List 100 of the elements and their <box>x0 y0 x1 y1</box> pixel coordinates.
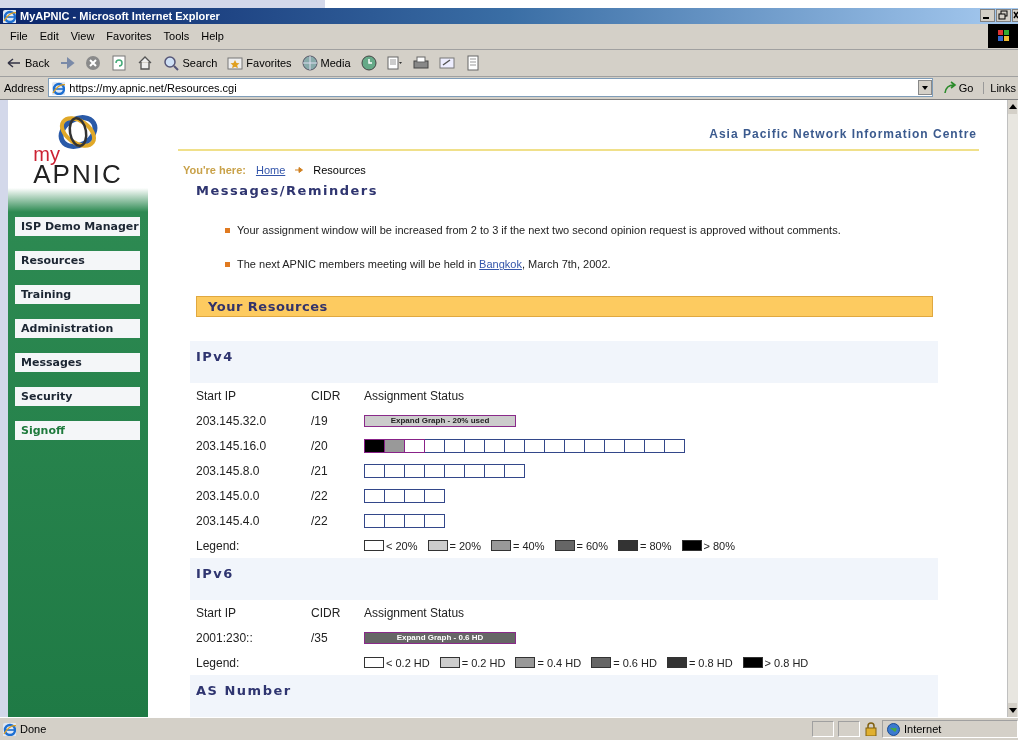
lock-icon <box>864 722 878 737</box>
legend-text: > 80% <box>703 539 735 552</box>
legend-text: = 40% <box>513 539 545 552</box>
breadcrumb-current: Resources <box>313 164 366 177</box>
menu-item[interactable]: Help <box>195 30 230 43</box>
legend-text: = 80% <box>640 539 672 552</box>
forward-arrow-icon <box>59 54 76 71</box>
scroll-up-icon[interactable] <box>1008 99 1017 114</box>
table-cell-text: /21 <box>311 463 329 478</box>
table-cell-text: 2001:230:: <box>196 630 254 645</box>
message-text: The next APNIC members meeting will be held in Bangkok, March 7th, 2002. <box>237 258 611 271</box>
printer-icon <box>412 54 429 71</box>
bullet-icon <box>225 261 230 267</box>
mail-icon <box>386 54 403 71</box>
legend-text: = 60% <box>576 539 608 552</box>
address-url: https://my.apnic.net/Resources.cgi <box>69 81 237 94</box>
status-panel <box>812 721 834 738</box>
legend-text: > 0.8 HD <box>764 656 809 669</box>
section-heading: IPv4 <box>196 349 234 365</box>
nav-item[interactable]: Security <box>15 386 140 406</box>
legend-label: Legend: <box>196 538 241 553</box>
legend-text: = 0.6 HD <box>613 656 657 669</box>
menu-item[interactable]: Tools <box>157 30 196 43</box>
breadcrumb-link[interactable]: Home <box>255 164 286 177</box>
menu-item[interactable]: Favorites <box>100 30 158 43</box>
table-cell-text: 203.145.32.0 <box>196 413 268 428</box>
document-icon <box>464 54 481 71</box>
column-header: Start IP <box>196 388 237 403</box>
legend-text: = 0.8 HD <box>688 656 733 669</box>
legend-text: < 0.2 HD <box>386 656 430 669</box>
nav-item[interactable]: Messages <box>15 352 140 372</box>
scroll-down-icon[interactable] <box>1008 703 1017 718</box>
edit-icon <box>438 54 455 71</box>
bullet-icon <box>225 227 230 233</box>
go-arrow-icon <box>942 80 957 95</box>
dropdown-icon[interactable] <box>917 80 932 96</box>
menu-item[interactable]: View <box>64 30 101 43</box>
expand-graph-button[interactable]: Expand Graph - 20% used <box>364 414 516 427</box>
resources-header-bar: Your Resources <box>196 296 933 318</box>
scrollbar[interactable] <box>1007 99 1018 718</box>
legend-text: < 20% <box>386 539 418 552</box>
column-header: CIDR <box>311 605 342 620</box>
window-title: MyAPNIC - Microsoft Internet Explorer <box>20 9 221 22</box>
column-header: Assignment Status <box>364 388 465 403</box>
column-header: Start IP <box>196 605 237 620</box>
favorites-button[interactable]: Favorites <box>225 51 294 74</box>
status-text: Done <box>20 723 47 736</box>
column-header: CIDR <box>311 388 342 403</box>
search-icon <box>163 54 180 71</box>
windows-logo-icon <box>988 24 1018 49</box>
search-button[interactable]: Search <box>161 51 220 74</box>
legend-text: = 0.4 HD <box>537 656 582 669</box>
table-cell-text: 203.145.16.0 <box>196 438 268 453</box>
table-cell-text: 203.145.8.0 <box>196 463 261 478</box>
close-icon[interactable] <box>1012 9 1018 23</box>
address-field[interactable]: https://my.apnic.net/Resources.cgi <box>48 78 933 98</box>
menu-item[interactable]: Edit <box>33 30 65 43</box>
links-button[interactable]: Links <box>983 81 1018 94</box>
table-cell-text: /19 <box>311 413 329 428</box>
section-title: Messages/Reminders <box>196 183 379 199</box>
nav-item[interactable]: Signoff <box>15 420 140 440</box>
back-button[interactable]: Back <box>4 51 52 74</box>
table-cell-text: 203.145.0.0 <box>196 488 261 503</box>
menu-item[interactable]: File <box>4 30 34 43</box>
media-button[interactable]: Media <box>299 51 353 74</box>
history-icon <box>360 54 377 71</box>
page-icon <box>51 80 66 95</box>
expand-graph-button[interactable]: Expand Graph - 0.6 HD <box>364 631 516 644</box>
home-icon <box>137 54 154 71</box>
legend-label: Legend: <box>196 655 241 670</box>
go-button[interactable]: Go <box>936 80 980 95</box>
table-cell-text: /22 <box>311 488 329 503</box>
nav-item[interactable]: ISP Demo Manager <box>15 216 140 236</box>
zone-text: Internet <box>904 723 942 736</box>
nav-item[interactable]: Training <box>15 284 140 304</box>
address-label: Address <box>4 81 45 94</box>
arrow-icon <box>295 167 304 174</box>
section-heading: IPv6 <box>196 566 234 582</box>
column-header: Assignment Status <box>364 605 465 620</box>
page-icon <box>2 722 16 737</box>
table-cell-text: /20 <box>311 438 329 453</box>
refresh-icon <box>111 54 128 71</box>
legend-text: = 20% <box>449 539 481 552</box>
app-icon <box>2 8 16 23</box>
minimize-icon[interactable] <box>980 9 995 23</box>
status-panel <box>838 721 860 738</box>
star-folder-icon <box>227 54 244 71</box>
organization-name: Asia Pacific Network Information Centre <box>709 127 977 142</box>
legend-text: = 0.2 HD <box>461 656 506 669</box>
section-heading: AS Number <box>196 683 292 699</box>
table-cell-text: 203.145.4.0 <box>196 513 261 528</box>
nav-item[interactable]: Resources <box>15 250 140 270</box>
table-cell-text: /22 <box>311 513 329 528</box>
table-cell-text: /35 <box>311 630 329 645</box>
breadcrumb-label: You're here: <box>183 164 246 177</box>
globe-icon <box>887 722 900 736</box>
message-link[interactable]: Bangkok <box>479 258 522 271</box>
stop-icon <box>85 54 102 71</box>
globe-icon <box>301 54 318 71</box>
nav-item[interactable]: Administration <box>15 318 140 338</box>
